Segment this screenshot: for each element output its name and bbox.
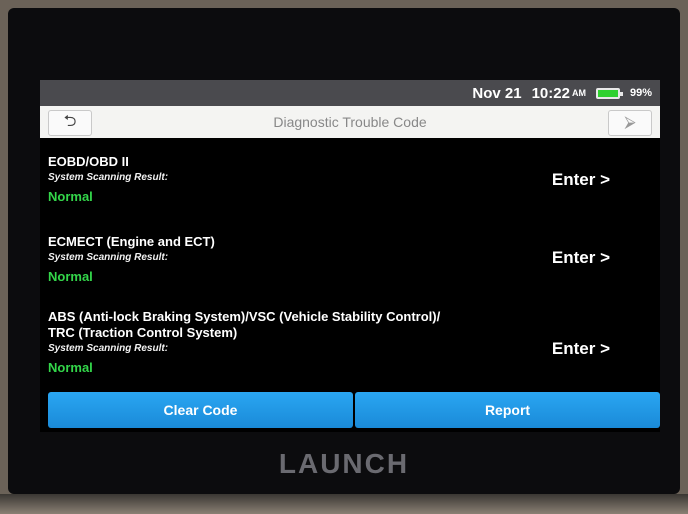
clear-code-button[interactable]: Clear Code (48, 392, 353, 428)
list-item: ECMECT (Engine and ECT) System Scanning … (48, 234, 652, 284)
status-date: Nov 21 (472, 84, 522, 102)
status-time: 10:22 (531, 84, 570, 102)
exit-icon: ⮚ (624, 114, 636, 131)
photo-background (0, 494, 688, 514)
scan-result-value: Normal (48, 360, 93, 375)
brand-logo: LAUNCH (278, 448, 410, 479)
system-list: EOBD/OBD II System Scanning Result: Norm… (40, 138, 660, 392)
battery-percent: 99% (629, 87, 652, 99)
enter-button[interactable]: Enter > (552, 339, 610, 359)
battery-icon (595, 87, 623, 99)
action-bar: Clear Code Report (48, 392, 660, 428)
page-title: Diagnostic Trouble Code (273, 114, 427, 130)
exit-button[interactable]: ⮚ (608, 110, 652, 136)
enter-button[interactable]: Enter > (552, 248, 610, 268)
status-ampm: AM (571, 88, 586, 98)
list-item: EOBD/OBD II System Scanning Result: Norm… (48, 154, 652, 204)
system-name: ABS (Anti-lock Braking System)/VSC (Vehi… (48, 309, 441, 324)
report-button[interactable]: Report (355, 392, 660, 428)
status-bar: Nov 21 10:22 AM 99% (40, 80, 660, 106)
back-button[interactable]: ⮌ (48, 110, 92, 136)
scan-result-value: Normal (48, 189, 93, 204)
system-name: EOBD/OBD II (48, 154, 129, 169)
title-toolbar: ⮌ Diagnostic Trouble Code ⮚ (40, 106, 660, 138)
device-screen: Nov 21 10:22 AM 99% ⮌ Diagnostic Trouble… (40, 80, 660, 432)
enter-button[interactable]: Enter > (552, 170, 610, 190)
scan-result-value: Normal (48, 269, 93, 284)
back-icon: ⮌ (63, 112, 77, 130)
list-item: ABS (Anti-lock Braking System)/VSC (Vehi… (48, 309, 652, 375)
